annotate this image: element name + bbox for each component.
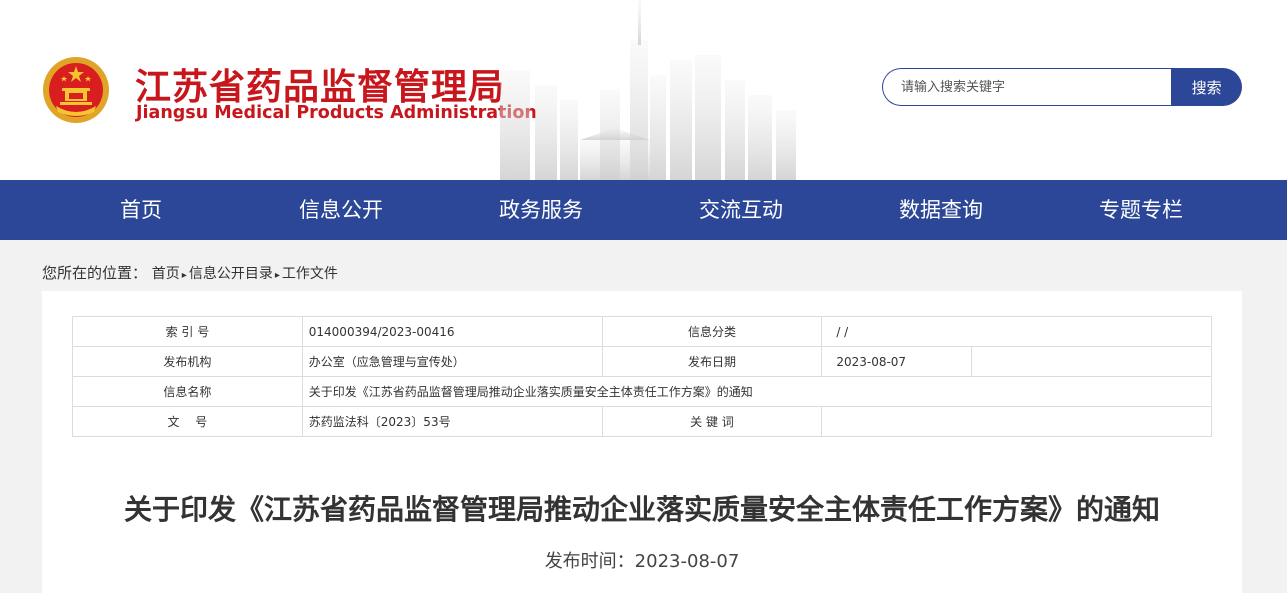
index-number-value: 014000394/2023-00416 xyxy=(301,316,603,347)
main-nav: 首页 信息公开 政务服务 交流互动 数据查询 专题专栏 xyxy=(0,180,1287,240)
article-publish-time: 发布时间：2023-08-07 xyxy=(544,551,740,572)
document-meta-table: 索 引 号 014000394/2023-00416 信息分类 / / 发布机构… xyxy=(72,316,1213,437)
nav-item-special-topics[interactable]: 专题专栏 xyxy=(1041,180,1241,240)
national-emblem-icon xyxy=(43,57,109,123)
doc-number-value: 苏药监法科〔2023〕53号 xyxy=(301,406,603,437)
breadcrumb-item-info-catalog[interactable]: 信息公开目录 xyxy=(189,266,273,282)
doc-number-label: 文 号 xyxy=(72,406,303,437)
nav-item-gov-services[interactable]: 政务服务 xyxy=(441,180,641,240)
search-input[interactable] xyxy=(882,68,1172,106)
keywords-label: 关 键 词 xyxy=(601,406,823,437)
table-row: 索 引 号 014000394/2023-00416 信息分类 / / xyxy=(72,316,1212,347)
index-number-label: 索 引 号 xyxy=(72,316,303,347)
info-category-label: 信息分类 xyxy=(601,316,823,347)
site-header: 江苏省药品监督管理局 Jiangsu Medical Products Admi… xyxy=(0,0,1287,180)
publisher-label: 发布机构 xyxy=(72,346,303,377)
table-row: 发布机构 办公室（应急管理与宣传处） 发布日期 2023-08-07 xyxy=(72,346,1212,377)
breadcrumb: 您所在的位置： 首页 ▸ 信息公开目录 ▸ 工作文件 xyxy=(42,262,338,283)
article-panel: 索 引 号 014000394/2023-00416 信息分类 / / 发布机构… xyxy=(42,291,1242,593)
info-name-label: 信息名称 xyxy=(72,376,303,407)
breadcrumb-item-home[interactable]: 首页 xyxy=(152,266,180,282)
nav-item-data-query[interactable]: 数据查询 xyxy=(841,180,1041,240)
nav-item-interaction[interactable]: 交流互动 xyxy=(641,180,841,240)
search-bar: 搜索 xyxy=(882,68,1242,106)
info-name-value: 关于印发《江苏省药品监督管理局推动企业落实质量安全主体责任工作方案》的通知 xyxy=(301,376,1213,407)
search-button[interactable]: 搜索 xyxy=(1171,68,1242,106)
article-title: 关于印发《江苏省药品监督管理局推动企业落实质量安全主体责任工作方案》的通知 xyxy=(123,493,1160,526)
city-skyline-image xyxy=(500,0,796,180)
nav-item-info-disclosure[interactable]: 信息公开 xyxy=(241,180,441,240)
breadcrumb-separator: ▸ xyxy=(274,270,280,281)
keywords-value xyxy=(821,406,1212,437)
publish-date-value: 2023-08-07 xyxy=(821,346,973,377)
nav-item-home[interactable]: 首页 xyxy=(41,180,241,240)
site-title-en: Jiangsu Medical Products Administration xyxy=(136,103,537,123)
info-category-value: / / xyxy=(821,316,1212,347)
breadcrumb-prefix: 您所在的位置： xyxy=(42,264,148,282)
table-row: 信息名称 关于印发《江苏省药品监督管理局推动企业落实质量安全主体责任工作方案》的… xyxy=(72,376,1213,407)
publisher-value: 办公室（应急管理与宣传处） xyxy=(301,346,603,377)
breadcrumb-item-work-docs[interactable]: 工作文件 xyxy=(282,266,338,282)
publish-date-label: 发布日期 xyxy=(601,346,823,377)
table-row: 文 号 苏药监法科〔2023〕53号 关 键 词 xyxy=(72,406,1212,437)
empty-cell xyxy=(971,346,1212,377)
breadcrumb-separator: ▸ xyxy=(181,270,187,281)
